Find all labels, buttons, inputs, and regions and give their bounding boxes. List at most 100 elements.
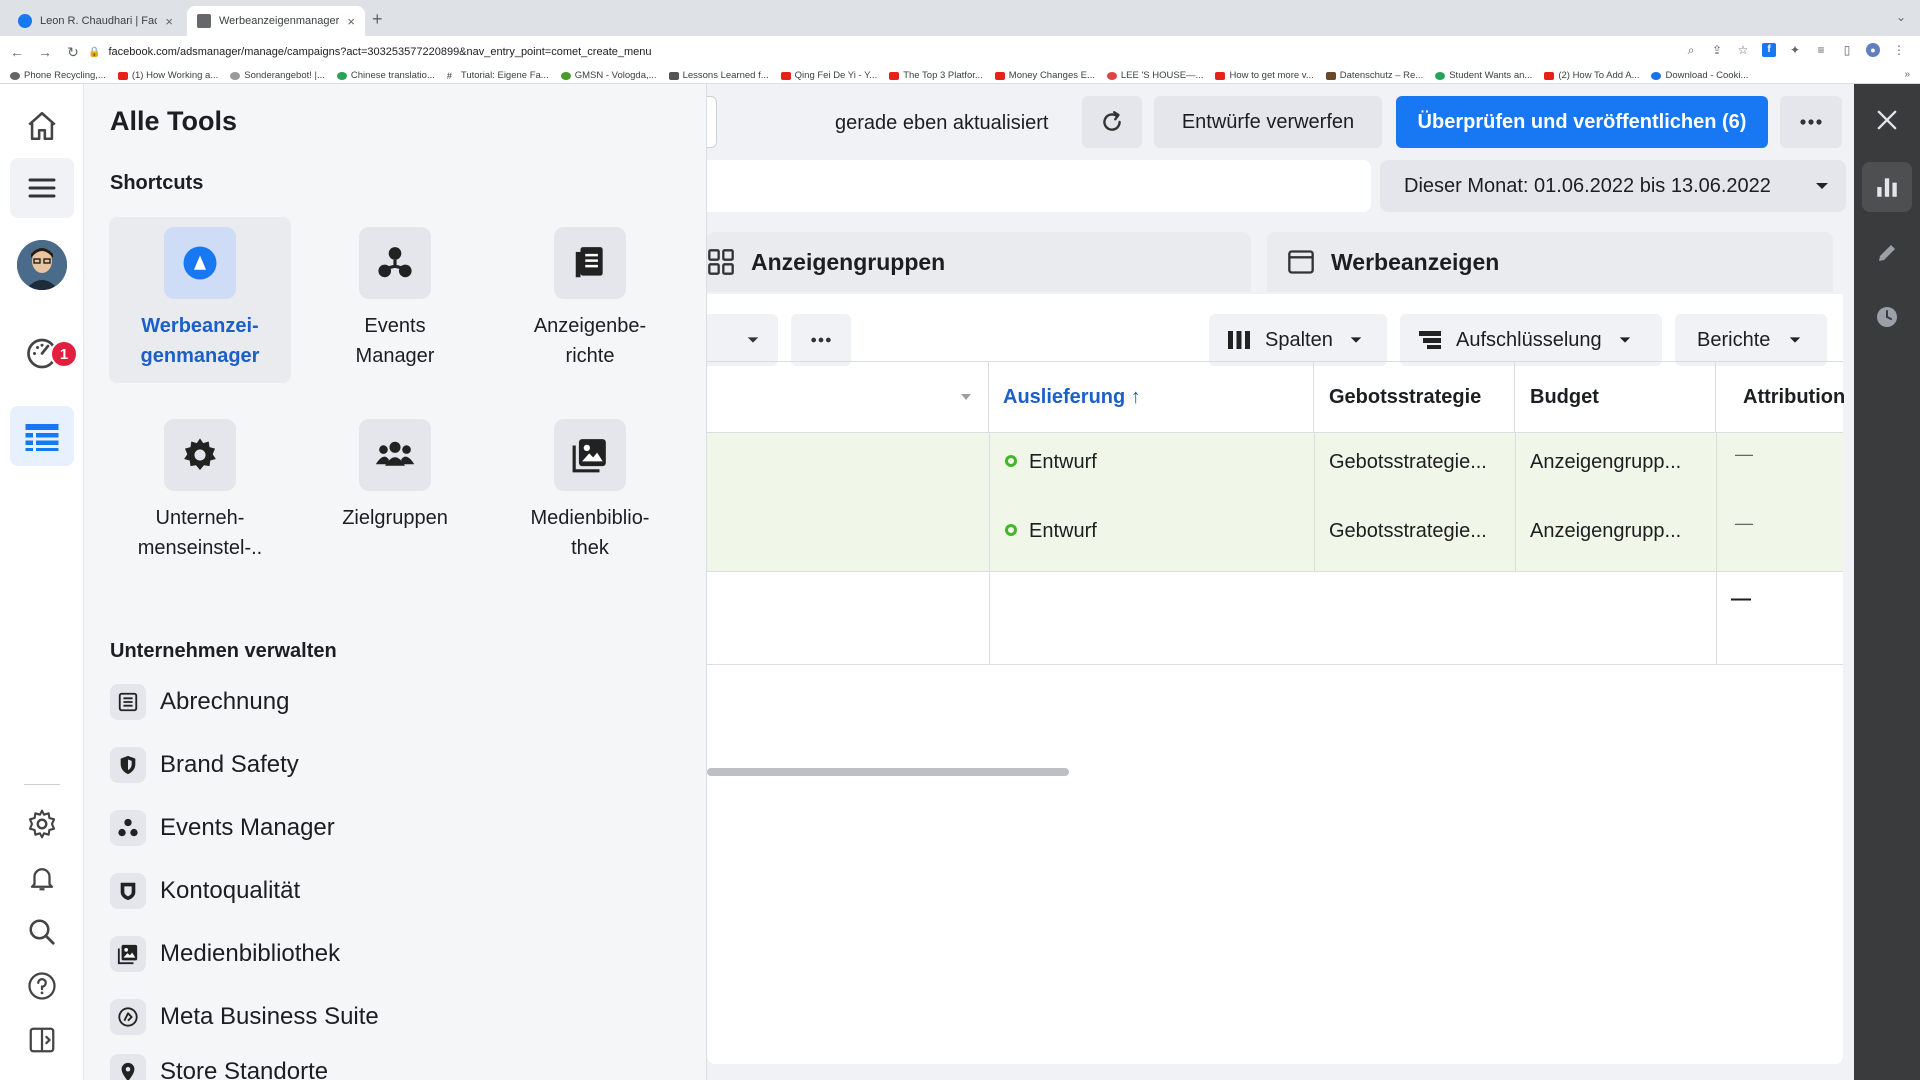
menu-item-events-manager[interactable]: Events Manager bbox=[110, 808, 335, 848]
bookmark-star-icon[interactable]: ☆ bbox=[1736, 43, 1750, 57]
shortcut-events-manager[interactable]: Events Manager bbox=[304, 217, 486, 383]
url-field[interactable]: 🔒 facebook.com/adsmanager/manage/campaig… bbox=[88, 41, 1688, 63]
shortcut-zielgruppen[interactable]: Zielgruppen bbox=[304, 409, 486, 575]
bookmark-item[interactable]: Datenschutz – Re... bbox=[1325, 70, 1423, 81]
bookmark-favicon-icon bbox=[1106, 71, 1117, 80]
bookmark-favicon-icon bbox=[560, 71, 571, 80]
menu-item-kontoqualitaet[interactable]: Kontoqualität bbox=[110, 871, 300, 911]
bookmark-item[interactable]: (2) How To Add A... bbox=[1544, 70, 1639, 81]
delivery-column-header[interactable]: Auslieferung ↑ bbox=[989, 362, 1314, 432]
search-button[interactable] bbox=[10, 902, 74, 962]
rail-divider bbox=[24, 784, 60, 785]
bookmark-item[interactable]: Sonderangebot! |... bbox=[230, 70, 325, 81]
forward-icon[interactable]: → bbox=[34, 44, 56, 60]
bookmark-item[interactable]: (1) How Working a... bbox=[117, 70, 218, 81]
tab-anzeigengruppen[interactable]: Anzeigengruppen bbox=[707, 232, 1251, 292]
all-tools-menu-button[interactable] bbox=[10, 158, 74, 218]
bookmarks-overflow-icon[interactable]: » bbox=[1904, 69, 1910, 80]
shield-icon bbox=[120, 755, 136, 775]
shortcut-werbeanzeigenmanager[interactable]: Werbeanzei- genmanager bbox=[109, 217, 291, 383]
bookmark-item[interactable]: Chinese translatio... bbox=[336, 70, 435, 81]
bookmark-item[interactable]: How to get more v... bbox=[1215, 70, 1314, 81]
more-actions-button[interactable] bbox=[1780, 96, 1842, 148]
menu-item-meta-business-suite[interactable]: Meta Business Suite bbox=[110, 997, 379, 1037]
bookmark-item[interactable]: Phone Recycling,... bbox=[10, 70, 106, 81]
breakdown-icon bbox=[1419, 331, 1441, 349]
back-icon[interactable]: ← bbox=[6, 44, 28, 60]
home-button[interactable] bbox=[10, 96, 74, 156]
shortcuts-heading: Shortcuts bbox=[110, 172, 204, 194]
reload-icon[interactable]: ↻ bbox=[62, 44, 84, 61]
caret-down-icon bbox=[747, 337, 758, 343]
reports-dropdown[interactable]: Berichte bbox=[1675, 314, 1827, 366]
menu-item-medienbibliothek[interactable]: Medienbibliothek bbox=[110, 934, 340, 974]
column-divider bbox=[1314, 432, 1315, 571]
browser-tab-facebook[interactable]: Leon R. Chaudhari | Facebook × bbox=[8, 6, 183, 36]
bookmark-item[interactable]: Lessons Learned f... bbox=[668, 70, 769, 81]
attribution-cell: — bbox=[1735, 513, 1753, 533]
bookmark-item[interactable]: Student Wants an... bbox=[1435, 70, 1532, 81]
shortcut-medienbibliothek[interactable]: Medienbiblio- thek bbox=[499, 409, 681, 575]
browser-menu-icon[interactable]: ⋮ bbox=[1892, 43, 1906, 57]
help-button[interactable] bbox=[10, 956, 74, 1016]
refresh-button[interactable] bbox=[1082, 96, 1142, 148]
horizontal-scrollbar[interactable] bbox=[707, 768, 1069, 776]
account-avatar[interactable] bbox=[17, 240, 67, 290]
columns-dropdown[interactable]: Spalten bbox=[1209, 314, 1387, 366]
discard-drafts-button[interactable]: Entwürfe verwerfen bbox=[1154, 96, 1382, 148]
charts-panel-button[interactable] bbox=[1862, 162, 1912, 212]
bid-strategy-cell: Gebotsstrategie... bbox=[1329, 451, 1487, 473]
menu-item-store-standorte[interactable]: Store Standorte bbox=[110, 1052, 328, 1080]
history-panel-button[interactable] bbox=[1862, 292, 1912, 342]
facebook-extension-icon[interactable]: f bbox=[1762, 43, 1776, 57]
table-more-button[interactable] bbox=[791, 314, 851, 366]
shortcut-unternehmenseinstellungen[interactable]: Unterneh- menseinstel-.. bbox=[109, 409, 291, 575]
tab-werbeanzeigen[interactable]: Werbeanzeigen bbox=[1267, 232, 1833, 292]
hash-icon: # bbox=[446, 70, 452, 81]
reading-list-icon[interactable]: ≡ bbox=[1814, 43, 1828, 57]
bid-strategy-column-header[interactable]: Gebotsstrategie bbox=[1314, 362, 1515, 432]
new-tab-icon[interactable]: + bbox=[372, 9, 383, 30]
toggle-sidebar-button[interactable] bbox=[10, 1010, 74, 1070]
campaigns-table-button[interactable] bbox=[10, 406, 74, 466]
menu-item-brand-safety[interactable]: Brand Safety bbox=[110, 745, 299, 785]
bookmark-item[interactable]: GMSN - Vologda,... bbox=[560, 70, 657, 81]
extensions-puzzle-icon[interactable]: ✦ bbox=[1788, 43, 1802, 57]
date-range-picker[interactable]: Dieser Monat: 01.06.2022 bis 13.06.2022 bbox=[1380, 160, 1846, 212]
bookmark-item[interactable]: # Tutorial: Eigene Fa... bbox=[447, 70, 549, 81]
tab-search-chevron-icon[interactable]: ⌄ bbox=[1896, 10, 1906, 24]
campaign-search-input[interactable] bbox=[707, 160, 1371, 212]
tab-close-icon[interactable]: × bbox=[347, 14, 355, 29]
tab-close-icon[interactable]: × bbox=[165, 14, 173, 29]
gear-icon bbox=[184, 438, 216, 471]
bookmark-item[interactable]: The Top 3 Platfor... bbox=[889, 70, 983, 81]
zoom-icon[interactable]: ⌕ bbox=[1684, 43, 1698, 57]
browser-tab-adsmanager[interactable]: Werbeanzeigenmanager - Wer × bbox=[187, 6, 365, 36]
close-panel-button[interactable] bbox=[1873, 106, 1901, 139]
share-icon[interactable]: ⇪ bbox=[1710, 43, 1724, 57]
shortcut-label: Medienbiblio- thek bbox=[530, 507, 650, 559]
budget-cell: Anzeigengrupp... bbox=[1530, 451, 1682, 473]
actions-dropdown-button[interactable] bbox=[707, 314, 778, 366]
settings-button[interactable] bbox=[10, 794, 74, 854]
ads-manager-app: 1 Alle Tools Shortcuts Werbeanzei- genma… bbox=[0, 84, 1920, 1080]
menu-item-abrechnung[interactable]: Abrechnung bbox=[110, 682, 289, 722]
side-panel-icon[interactable]: ▯ bbox=[1840, 43, 1854, 57]
notifications-button[interactable] bbox=[10, 848, 74, 908]
draft-status-icon bbox=[1005, 455, 1017, 467]
adsets-grid-icon bbox=[708, 249, 734, 275]
bookmark-item[interactable]: Qing Fei De Yi - Y... bbox=[780, 70, 877, 81]
clock-icon bbox=[1877, 307, 1897, 327]
edit-panel-button[interactable] bbox=[1862, 228, 1912, 278]
attribution-column-header[interactable]: Attribution bbox=[1716, 362, 1854, 432]
bookmark-item[interactable]: LEE 'S HOUSE—... bbox=[1106, 70, 1203, 81]
profile-icon[interactable]: ● bbox=[1866, 43, 1880, 57]
budget-column-header[interactable]: Budget bbox=[1515, 362, 1716, 432]
review-and-publish-button[interactable]: Überprüfen und veröffentlichen (6) bbox=[1396, 96, 1768, 148]
shortcut-anzeigenberichte[interactable]: Anzeigenbe- richte bbox=[499, 217, 681, 383]
breakdown-dropdown[interactable]: Aufschlüsselung bbox=[1400, 314, 1662, 366]
name-column-header[interactable] bbox=[707, 362, 989, 432]
columns-icon bbox=[1228, 331, 1250, 349]
bookmark-item[interactable]: Download - Cooki... bbox=[1651, 70, 1748, 81]
bookmark-item[interactable]: Money Changes E... bbox=[994, 70, 1095, 81]
